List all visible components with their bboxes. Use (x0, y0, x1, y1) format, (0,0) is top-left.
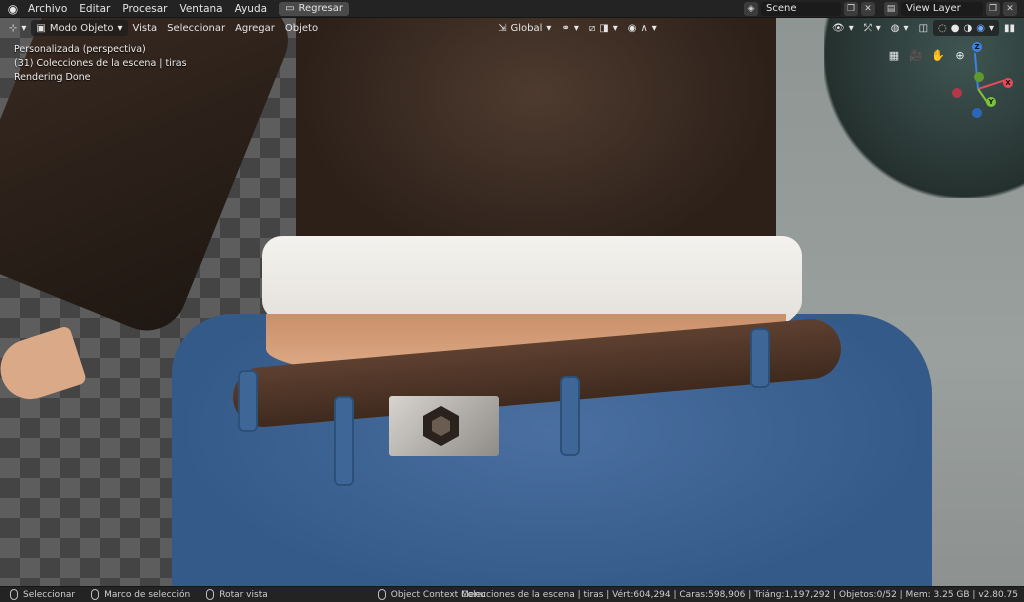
new-view-layer-icon[interactable]: ❐ (986, 2, 1000, 16)
chevron-down-icon: ▾ (875, 22, 881, 34)
mouse-left-icon (10, 589, 18, 600)
eye-icon: 👁 (832, 22, 845, 34)
back-button-label: Regresar (298, 3, 344, 14)
scene-statistics: Colecciones de la escena | tiras | Vért:… (461, 590, 1018, 600)
shading-modes: ◌ ● ◑ ◉ ▾ (933, 20, 999, 36)
menu-ventana[interactable]: Ventana (173, 0, 228, 18)
scene-selector: ◈ Scene ❐ ✕ (744, 2, 875, 16)
top-menu-bar: ◉ Archivo Editar Procesar Ventana Ayuda … (0, 0, 1024, 18)
proportional-icon: ◉ (627, 22, 637, 34)
menu-procesar[interactable]: Procesar (116, 0, 173, 18)
editor-type-button[interactable]: ⊹ ▾ (4, 20, 31, 36)
chevron-down-icon: ▾ (21, 22, 27, 34)
status-rotate: Rotar vista (206, 589, 268, 600)
view-name-text: Personalizada (perspectiva) (14, 44, 146, 55)
menu-ayuda[interactable]: Ayuda (229, 0, 273, 18)
transform-orientation-dropdown[interactable]: ⇲ Global ▾ (493, 20, 556, 36)
wireframe-shading-icon[interactable]: ◌ (938, 23, 947, 34)
back-button[interactable]: ▭ Regresar (279, 1, 350, 16)
3d-viewport[interactable]: ⊹ ▾ ▣ Modo Objeto ▾ Vista Seleccionar Agr… (0, 18, 1024, 586)
axis-y-handle[interactable]: Y (986, 97, 996, 107)
snap-button[interactable]: ⧄ ◨ ▾ (584, 20, 623, 36)
chevron-down-icon: ▾ (651, 22, 657, 34)
xray-toggle[interactable]: ◫ (914, 20, 933, 36)
menu-agregar[interactable]: Agregar (230, 23, 280, 34)
material-shading-icon[interactable]: ◑ (963, 23, 972, 34)
view-layer-icon[interactable]: ▤ (884, 2, 898, 16)
navigation-gizmo[interactable]: X Y Z (948, 40, 1018, 124)
chevron-down-icon: ▾ (117, 22, 123, 34)
belt-loop (238, 370, 258, 432)
pan-hand-icon[interactable]: ✋ (931, 48, 945, 62)
pivot-point-button[interactable]: ⚭ ▾ (556, 20, 583, 36)
menu-archivo[interactable]: Archivo (22, 0, 73, 18)
falloff-icon: ∧ (640, 22, 648, 34)
chevron-down-icon: ▾ (546, 22, 552, 34)
axis-neg-x-handle[interactable] (952, 88, 962, 98)
mouse-drag-icon (206, 589, 215, 600)
visibility-button[interactable]: 👁 ▾ (827, 20, 859, 36)
character-hand (0, 325, 88, 407)
view-layer-field[interactable]: View Layer (901, 2, 983, 16)
chevron-down-icon: ▾ (903, 22, 909, 34)
new-scene-icon[interactable]: ❐ (844, 2, 858, 16)
chevron-down-icon: ▾ (612, 22, 618, 34)
grid-view-icon[interactable]: ▦ (887, 48, 901, 62)
gizmo-toggle[interactable]: ⤱ ▾ (859, 20, 886, 36)
chevron-down-icon: ▾ (848, 22, 854, 34)
axis-neg-z-handle[interactable] (972, 108, 982, 118)
belt-loop (334, 396, 354, 486)
menu-editar[interactable]: Editar (73, 0, 116, 18)
back-icon: ▭ (285, 3, 295, 14)
delete-scene-icon[interactable]: ✕ (861, 2, 875, 16)
delete-view-layer-icon[interactable]: ✕ (1003, 2, 1017, 16)
xray-icon: ◫ (918, 22, 929, 34)
status-select: Seleccionar (10, 589, 75, 600)
scene-name-field[interactable]: Scene (761, 2, 841, 16)
axis-z-handle[interactable]: Z (972, 42, 982, 52)
viewport-header: ⊹ ▾ ▣ Modo Objeto ▾ Vista Seleccionar Agr… (0, 18, 1024, 38)
overlays-icon: ◍ (890, 22, 900, 34)
chevron-down-icon[interactable]: ▾ (989, 23, 994, 34)
menu-vista[interactable]: Vista (128, 23, 163, 34)
snap-icon: ⧄ (588, 22, 596, 34)
mode-label: Modo Objeto (49, 22, 114, 34)
collection-info-text: (31) Colecciones de la escena | tiras (14, 58, 187, 69)
pause-icon: ▮▮ (1003, 22, 1015, 34)
axis-neg-y-handle[interactable] (974, 72, 984, 82)
mode-dropdown[interactable]: ▣ Modo Objeto ▾ (31, 20, 128, 36)
sidebar-toggle[interactable]: ▮▮ (999, 20, 1020, 36)
leather-jacket (296, 18, 776, 268)
axis-x-handle[interactable]: X (1003, 78, 1013, 88)
view-layer-selector: ▤ View Layer ❐ ✕ (884, 2, 1017, 16)
orientation-label: Global (510, 22, 543, 34)
object-mode-icon: ▣ (36, 22, 46, 34)
chevron-down-icon: ▾ (573, 22, 579, 34)
camera-view-icon[interactable]: 🎥 (909, 48, 923, 62)
snap-target-icon: ◨ (599, 22, 609, 34)
pivot-icon: ⚭ (561, 22, 570, 34)
status-bar: Seleccionar Marco de selección Rotar vis… (0, 586, 1024, 602)
render-status-text: Rendering Done (14, 72, 91, 83)
editor-type-icon: ⊹ (9, 22, 18, 34)
menu-seleccionar[interactable]: Seleccionar (162, 23, 230, 34)
belt-loop (750, 328, 770, 388)
mouse-middle-icon (91, 589, 100, 600)
blender-logo-icon[interactable]: ◉ (4, 0, 22, 18)
proportional-edit-button[interactable]: ◉ ∧ ▾ (623, 20, 662, 36)
rendered-shading-icon[interactable]: ◉ (976, 23, 985, 34)
belt-loop (560, 376, 580, 456)
orientation-icon: ⇲ (498, 22, 507, 34)
status-box-select: Marco de selección (91, 589, 190, 600)
menu-objeto[interactable]: Objeto (280, 23, 323, 34)
gizmo-icon: ⤱ (863, 22, 872, 34)
scene-icon[interactable]: ◈ (744, 2, 758, 16)
solid-shading-icon[interactable]: ● (951, 23, 960, 34)
overlays-toggle[interactable]: ◍ ▾ (886, 20, 914, 36)
mouse-right-icon (377, 589, 386, 600)
